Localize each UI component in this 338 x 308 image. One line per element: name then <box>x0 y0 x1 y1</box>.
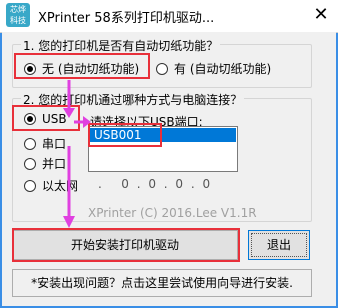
help-wizard-text: *安装出现问题？点击这里尝试使用向导进行安装. <box>31 276 293 290</box>
version-text: XPrinter (C) 2016.Lee V1.1R <box>88 206 257 220</box>
window-title: XPrinter 58系列打印机驱动... <box>38 11 215 26</box>
help-wizard-link[interactable]: *安装出现问题？点击这里尝试使用向导进行安装. <box>12 269 312 297</box>
app-logo-text: 芯烨科技 <box>10 5 26 25</box>
close-icon[interactable]: ✕ <box>304 0 338 32</box>
exit-button-label: 退出 <box>266 238 291 252</box>
highlight-no-auto-cut <box>14 53 150 79</box>
arrow-step1-to-step2 <box>63 80 75 118</box>
radio-has-auto-cut-indicator <box>156 62 168 75</box>
exit-button[interactable]: 退出 <box>248 230 310 260</box>
title-bar: 芯烨科技 XPrinter 58系列打印机驱动... ✕ <box>0 0 338 33</box>
radio-serial-indicator <box>24 137 36 150</box>
radio-has-auto-cut-label: 有 (自动切纸功能) <box>174 62 272 76</box>
arrow-usb-to-port <box>74 116 91 128</box>
radio-parallel[interactable]: 并口 <box>24 155 66 172</box>
radio-serial[interactable]: 串口 <box>24 135 66 152</box>
highlight-usb-port <box>88 123 162 147</box>
paper-cut-question: 1. 您的打印机是否有自动切纸功能？ <box>21 37 221 54</box>
arrow-step2-to-install <box>63 146 75 228</box>
ip-address-field[interactable]: . 0 . 0 . 0 . 0 <box>98 177 212 191</box>
radio-parallel-indicator <box>24 157 36 170</box>
highlight-install-button <box>12 228 240 262</box>
radio-ethernet-indicator <box>24 179 36 192</box>
radio-has-auto-cut[interactable]: 有 (自动切纸功能) <box>156 60 271 77</box>
installer-window: 芯烨科技 XPrinter 58系列打印机驱动... ✕ 1. 您的打印机是否有… <box>0 0 338 308</box>
client-area: 1. 您的打印机是否有自动切纸功能？ 无 (自动切纸功能) 有 (自动切纸功能)… <box>2 32 336 306</box>
app-logo-icon: 芯烨科技 <box>6 3 30 27</box>
